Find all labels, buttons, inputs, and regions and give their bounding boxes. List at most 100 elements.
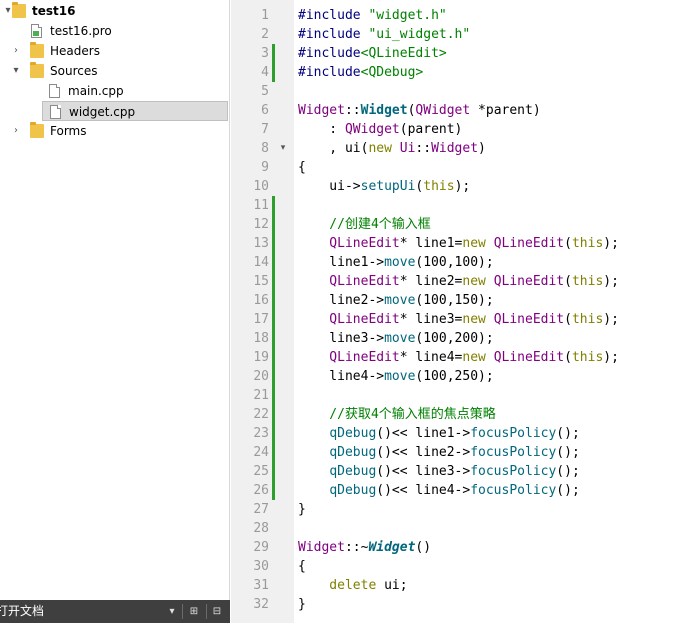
- code-line[interactable]: line3->move(100,200);: [298, 329, 493, 348]
- code-token: qDebug: [329, 426, 377, 441]
- line-number: 12: [253, 217, 269, 232]
- sources-folder-icon: [30, 62, 44, 78]
- code-token: );: [454, 179, 471, 194]
- code-token: move: [384, 369, 416, 384]
- code-token: );: [603, 236, 619, 251]
- tree-item-label: Forms: [50, 124, 87, 138]
- code-token: new: [368, 141, 400, 156]
- code-token: ()<< line4->: [376, 483, 471, 498]
- pro-file-icon: [31, 24, 42, 38]
- code-editor[interactable]: #include "widget.h" #include "ui_widget.h…: [294, 0, 681, 623]
- line-number: 17: [253, 312, 269, 327]
- open-documents-label[interactable]: 打开文档: [0, 600, 44, 623]
- code-token: (100,150);: [415, 293, 494, 308]
- code-token: ui;: [384, 578, 408, 593]
- code-token: qDebug: [329, 445, 377, 460]
- tree-item[interactable]: main.cpp: [0, 81, 230, 101]
- code-line[interactable]: , ui(new Ui::Widget): [298, 139, 486, 158]
- tree-item[interactable]: › Forms: [0, 121, 230, 141]
- line-number: 18: [253, 331, 269, 346]
- split-icon[interactable]: ⊞: [186, 604, 202, 619]
- line-number: 16: [253, 293, 269, 308]
- code-line[interactable]: line2->move(100,150);: [298, 291, 494, 310]
- line-number: 22: [253, 407, 269, 422]
- tree-item-label: test16.pro: [50, 24, 112, 38]
- line-number: 7: [261, 122, 269, 137]
- line-number: 10: [253, 179, 269, 194]
- code-token: (: [564, 312, 572, 327]
- tree-item[interactable]: ▾ Sources: [0, 61, 230, 81]
- code-line[interactable]: QLineEdit* line4=new QLineEdit(this);: [298, 348, 619, 367]
- line-number: 23: [253, 426, 269, 441]
- code-line[interactable]: #include "widget.h": [298, 6, 447, 25]
- code-token: QLineEdit: [493, 274, 565, 289]
- code-token: ();: [556, 445, 580, 460]
- code-token: {: [298, 559, 306, 574]
- code-line[interactable]: }: [298, 595, 306, 614]
- code-token: ();: [556, 483, 580, 498]
- code-line[interactable]: : QWidget(parent): [298, 120, 462, 139]
- code-line[interactable]: #include<QLineEdit>: [298, 44, 447, 63]
- code-line[interactable]: QLineEdit* line2=new QLineEdit(this);: [298, 272, 619, 291]
- code-token: qDebug: [329, 464, 377, 479]
- code-line[interactable]: //创建4个输入框: [298, 215, 431, 234]
- dropdown-icon[interactable]: ▾: [166, 604, 178, 619]
- code-line[interactable]: qDebug()<< line3->focusPolicy();: [298, 462, 579, 481]
- collapsed-arrow-icon[interactable]: ›: [10, 41, 22, 61]
- cpp-file-icon: [49, 84, 60, 98]
- forms-folder-icon: [30, 122, 44, 138]
- code-line[interactable]: #include "ui_widget.h": [298, 25, 470, 44]
- open-documents-bar: 打开文档 ▾ ⊞ ⊟: [0, 600, 230, 623]
- code-token: );: [603, 350, 619, 365]
- tree-item[interactable]: widget.cpp: [42, 101, 228, 121]
- code-line[interactable]: {: [298, 158, 306, 177]
- tree-item-label: test16: [32, 4, 76, 18]
- code-token: ::: [344, 103, 361, 118]
- code-token: QLineEdit: [298, 274, 400, 289]
- close-panel-icon[interactable]: ⊟: [210, 604, 224, 619]
- tree-item[interactable]: test16.pro: [0, 21, 230, 41]
- code-line[interactable]: {: [298, 557, 306, 576]
- code-line[interactable]: //获取4个输入框的焦点策略: [298, 405, 496, 424]
- code-line[interactable]: ui->setupUi(this);: [298, 177, 470, 196]
- code-line[interactable]: qDebug()<< line2->focusPolicy();: [298, 443, 580, 462]
- line-number: 9: [261, 160, 269, 175]
- project-tree: ▾ test16 test16.pro › Headers ▾ Sources main.cp…: [0, 0, 230, 600]
- code-line[interactable]: }: [298, 500, 306, 519]
- expanded-arrow-icon[interactable]: ▾: [10, 61, 22, 81]
- tree-item[interactable]: ▾ test16: [0, 1, 230, 21]
- code-token: #include: [298, 8, 369, 23]
- code-token: #include: [298, 65, 361, 80]
- code-line[interactable]: qDebug()<< line1->focusPolicy();: [298, 424, 579, 443]
- code-token: Ui: [399, 141, 416, 156]
- code-token: (100,250);: [415, 369, 494, 384]
- line-number: 3: [261, 46, 269, 61]
- code-line[interactable]: line1->move(100,100);: [298, 253, 493, 272]
- code-token: QLineEdit: [493, 350, 565, 365]
- code-token: (: [564, 350, 572, 365]
- code-token: *parent): [470, 103, 541, 118]
- tree-item-label: main.cpp: [68, 84, 124, 98]
- code-line[interactable]: QLineEdit* line1=new QLineEdit(this);: [298, 234, 619, 253]
- code-line[interactable]: delete ui;: [298, 576, 408, 595]
- fold-arrow-icon[interactable]: ▾: [277, 139, 289, 158]
- code-line[interactable]: Widget::Widget(QWidget *parent): [298, 101, 541, 120]
- code-token: move: [384, 255, 416, 270]
- code-line[interactable]: qDebug()<< line4->focusPolicy();: [298, 481, 580, 500]
- code-token: QLineEdit: [298, 350, 400, 365]
- code-line[interactable]: #include<QDebug>: [298, 63, 423, 82]
- code-line[interactable]: line4->move(100,250);: [298, 367, 494, 386]
- code-line[interactable]: Widget::~Widget(): [298, 538, 431, 557]
- qt-badge-icon: [33, 31, 39, 36]
- line-number: 24: [253, 445, 269, 460]
- collapsed-arrow-icon[interactable]: ›: [10, 121, 22, 141]
- code-line[interactable]: QLineEdit* line3=new QLineEdit(this);: [298, 310, 619, 329]
- tree-item[interactable]: › Headers: [0, 41, 230, 61]
- line-number: 1: [261, 8, 269, 23]
- code-token: delete: [298, 578, 385, 593]
- code-token: * line1=: [399, 236, 463, 251]
- code-token: focusPolicy: [470, 426, 557, 441]
- line-number: 8: [261, 141, 269, 156]
- toolbar-separator: [182, 604, 183, 619]
- code-token: QLineEdit: [298, 236, 400, 251]
